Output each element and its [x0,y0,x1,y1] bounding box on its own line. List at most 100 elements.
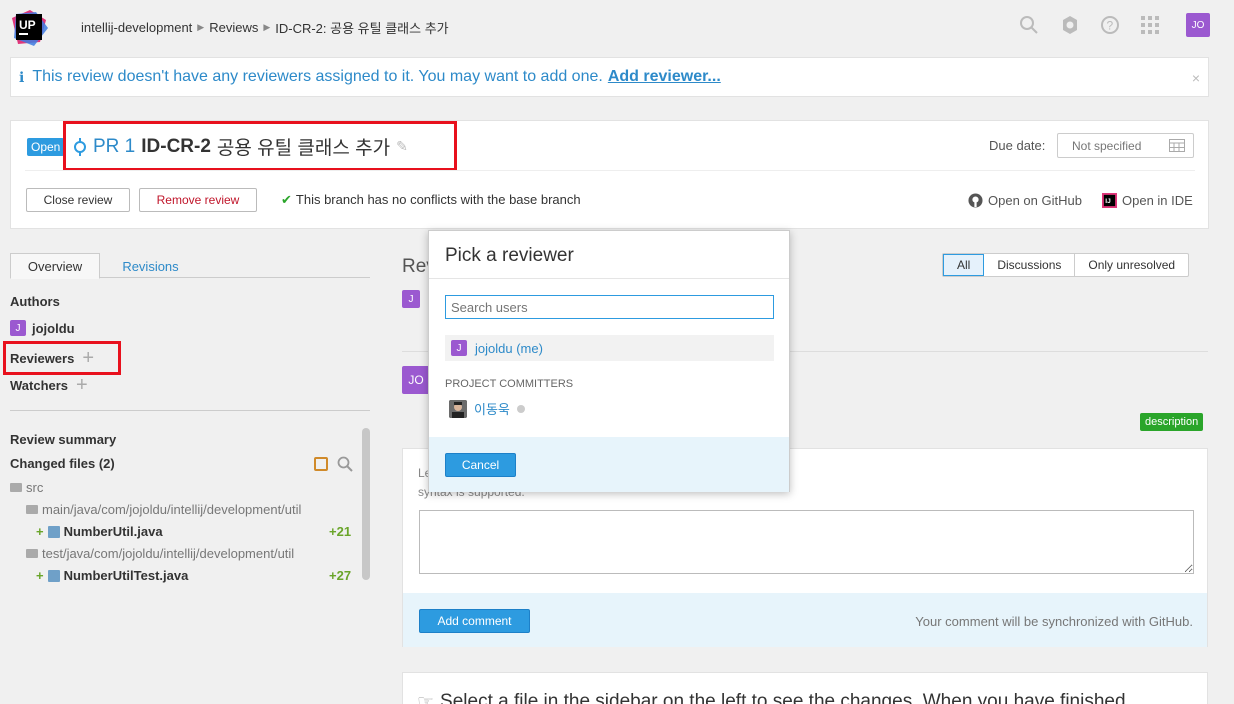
comment-footer: Add comment Your comment will be synchro… [403,593,1207,647]
zoom-icon[interactable] [337,456,353,475]
reviewer-option-me[interactable]: J jojoldu (me) [445,335,774,361]
java-file-icon [47,569,60,582]
added-plus-icon: + [36,524,44,539]
watchers-label: Watchers [10,378,69,393]
apps-grid-icon[interactable] [1140,15,1162,37]
review-header-card: Open PR 1 ID-CR-2 공용 유틸 클래스 추가 ✎ Due dat… [10,120,1209,229]
info-text: This review doesn't have any reviewers a… [32,68,603,85]
tree-dir-label: test/java/com/jojoldu/intellij/developme… [42,546,295,561]
folder-icon [26,505,38,514]
divider [429,278,789,279]
tree-file[interactable]: + NumberUtilTest.java [36,568,188,583]
add-watcher-plus-icon[interactable]: + [76,375,88,395]
presence-dot-icon [516,404,525,413]
due-date-value: Not specified [1072,139,1142,153]
tree-file[interactable]: + NumberUtil.java [36,524,163,539]
tree-file-label: NumberUtil.java [63,524,163,539]
status-badge: Open [27,138,65,156]
tree-root[interactable]: src [10,480,43,495]
divider [25,170,1195,171]
additions-count: +21 [329,524,352,539]
user-photo [449,399,467,418]
add-reviewer-link[interactable]: Add reviewer... [608,68,721,86]
option-name: 이동욱 [474,402,510,417]
gear-icon[interactable] [1060,15,1082,37]
svg-text:IJ: IJ [1105,198,1111,205]
no-reviewers-info-bar: ℹ This review doesn't have any reviewers… [10,57,1209,97]
hand-icon: ☞ [417,692,435,704]
tab-revisions[interactable]: Revisions [108,253,193,279]
authors-heading: Authors [10,294,60,309]
add-comment-button[interactable]: Add comment [419,609,530,633]
author-item[interactable]: J jojoldu [10,320,75,336]
open-in-ide-link[interactable]: IJ Open in IDE [1102,193,1193,208]
group-heading: PROJECT COMMITTERS [445,378,574,390]
filter-discussions[interactable]: Discussions [984,254,1076,276]
due-date-picker[interactable]: Not specified [1057,133,1194,158]
close-icon[interactable]: × [1192,70,1200,86]
sidebar-scrollbar[interactable] [362,428,370,580]
github-link-label: Open on GitHub [988,193,1082,208]
folder-icon [26,549,38,558]
filter-unresolved[interactable]: Only unresolved [1075,254,1188,276]
modal-title: Pick a reviewer [445,245,574,266]
user-avatar[interactable]: JO [1186,13,1210,37]
reviewers-highlight-box [3,341,121,375]
folder-icon [10,483,22,492]
sync-note: Your comment will be synchronized with G… [915,614,1193,629]
breadcrumb-current: ID-CR-2: 공용 유틸 클래스 추가 [275,21,449,36]
tab-overview[interactable]: Overview [10,253,100,279]
calendar-icon [1169,139,1185,152]
chevron-right-icon: ▶ [263,22,271,32]
review-summary-link[interactable]: Review summary [10,432,116,447]
tree-dir[interactable]: main/java/com/jojoldu/intellij/developme… [26,502,301,517]
changed-files-heading: Changed files (2) [10,456,115,471]
conflict-status: ✔ This branch has no conflicts with the b… [281,192,581,208]
search-icon[interactable] [1019,15,1041,37]
comment-textarea[interactable] [419,510,1194,574]
pick-reviewer-modal: Pick a reviewer J jojoldu (me) PROJECT C… [428,230,790,492]
tree-dir[interactable]: test/java/com/jojoldu/intellij/developme… [26,546,294,561]
modal-footer: Cancel [429,437,789,492]
title-highlight-box [63,121,457,171]
tree-dir-label: main/java/com/jojoldu/intellij/developme… [42,502,302,517]
commenter-avatar: JO [402,366,430,394]
added-plus-icon: + [36,568,44,583]
folder-view-icon[interactable] [314,457,328,471]
search-users-input[interactable] [445,295,774,319]
author-avatar: J [10,320,26,336]
open-on-github-link[interactable]: Open on GitHub [968,193,1082,208]
breadcrumb-reviews[interactable]: Reviews [209,20,258,35]
changes-hint: ☞ Select a file in the sidebar on the le… [417,691,1126,704]
option-name: jojoldu (me) [475,340,543,356]
additions-count: +27 [329,568,352,583]
changes-hint-text: Select a file in the sidebar on the left… [440,691,1126,704]
divider [10,410,370,411]
svg-text:?: ? [1107,19,1114,33]
cancel-button[interactable]: Cancel [445,453,516,477]
help-icon[interactable]: ? [1100,15,1122,37]
watchers-heading: Watchers + [10,375,88,395]
author-avatar: J [402,290,420,308]
due-date-label: Due date: [989,138,1046,153]
conflict-text: This branch has no conflicts with the ba… [295,192,581,207]
changes-hint-panel: ☞ Select a file in the sidebar on the le… [402,672,1208,704]
java-file-icon [47,525,60,538]
breadcrumb-project[interactable]: intellij-development [81,20,192,35]
github-icon [968,193,983,208]
filter-all[interactable]: All [943,254,985,276]
chevron-right-icon: ▶ [197,22,205,32]
logo-text: UP [19,18,36,32]
breadcrumb: intellij-development ▶ Reviews ▶ ID-CR-2… [81,18,449,37]
reviewer-option-committer[interactable]: 이동욱 [449,399,525,418]
remove-review-button[interactable]: Remove review [139,188,257,212]
top-bar: UP intellij-development ▶ Reviews ▶ ID-C… [0,0,1234,52]
author-name: jojoldu [32,320,75,336]
option-avatar: J [451,340,467,356]
intellij-icon: IJ [1102,193,1117,208]
upsource-logo[interactable]: UP [10,8,50,48]
check-icon: ✔ [281,192,292,207]
tree-file-label: NumberUtilTest.java [63,568,189,583]
sidebar-tabs: Overview Revisions [10,253,370,279]
close-review-button[interactable]: Close review [26,188,130,212]
